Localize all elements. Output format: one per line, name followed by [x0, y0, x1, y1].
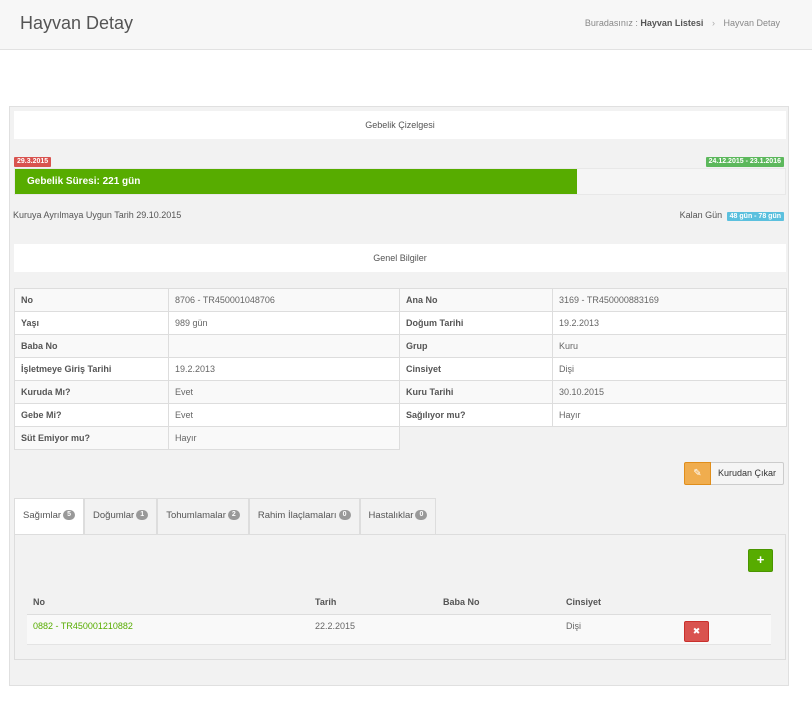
dry-off-date-note: Kuruya Ayrılmaya Uygun Tarih 29.10.2015 — [13, 210, 182, 220]
tab-label: Hastalıklar — [368, 510, 414, 521]
pregnancy-end-badge: 24.12.2015 - 23.1.2016 — [705, 157, 784, 167]
remaining-days: Kalan Gün 48 gün - 78 gün — [679, 210, 784, 221]
info-key: Kuru Tarihi — [399, 380, 553, 404]
page-title: Hayvan Detay — [20, 13, 134, 33]
info-key: Yaşı — [14, 311, 169, 335]
tab-2[interactable]: Tohumlamalar 2 — [157, 498, 249, 534]
info-row: Yaşı 989 gün Doğum Tarihi 19.2.2013 — [14, 311, 787, 335]
breadcrumb-link-animal-list[interactable]: Hayvan Listesi — [640, 18, 703, 28]
column-header-sire-no: Baba No — [443, 597, 480, 607]
page-header: Hayvan Detay Buradasınız : Hayvan Listes… — [0, 0, 812, 50]
info-key: Gebe Mi? — [14, 403, 169, 427]
info-key: Doğum Tarihi — [399, 311, 553, 335]
info-value: Evet — [168, 380, 400, 404]
pregnancy-progress-fill: Gebelik Süresi: 221 gün — [15, 169, 578, 194]
column-header-gender: Cinsiyet — [566, 597, 602, 607]
info-key: Grup — [399, 334, 553, 358]
tab-count-badge: 5 — [63, 510, 76, 521]
tab-label: Doğumlar — [93, 510, 135, 521]
info-value: 989 gün — [168, 311, 400, 335]
info-empty-cell — [552, 426, 787, 450]
info-value: Evet — [168, 403, 400, 427]
pregnancy-section-title: Gebelik Çizelgesi — [14, 111, 786, 139]
tab-count-badge: 0 — [338, 510, 351, 521]
records-tabs: Sağımlar 5 Doğumlar 1 Tohumlamalar 2 Rahim İla… — [14, 498, 437, 535]
info-value: 19.2.2013 — [168, 357, 400, 381]
animal-detail-panel: Gebelik Çizelgesi 29.3.2015 24.12.2015 -… — [9, 106, 789, 686]
pregnancy-start-badge: 29.3.2015 — [14, 157, 52, 167]
info-row: Gebe Mi? Evet Sağılıyor mu? Hayır — [14, 403, 787, 427]
info-key: No — [14, 288, 169, 312]
remaining-days-label: Kalan Gün — [679, 210, 723, 220]
breadcrumb-prefix: Buradasınız : — [584, 18, 638, 28]
tab-1[interactable]: Doğumlar 1 — [84, 498, 158, 534]
info-empty-cell — [399, 426, 553, 450]
breadcrumb-current: Hayvan Detay — [723, 18, 780, 28]
info-key: Kuruda Mı? — [14, 380, 169, 404]
tab-0[interactable]: Sağımlar 5 — [14, 498, 85, 535]
info-key: Ana No — [399, 288, 553, 312]
info-value: Dişi — [552, 357, 787, 381]
record-date: 22.2.2015 — [315, 621, 356, 631]
breadcrumb-separator: › — [711, 18, 715, 28]
tab-count-badge: 1 — [136, 510, 149, 521]
info-value: Hayır — [168, 426, 400, 450]
info-row: Baba No Grup Kuru — [14, 334, 787, 358]
info-value: 30.10.2015 — [552, 380, 787, 404]
tab-label: Tohumlamalar — [166, 510, 226, 521]
record-gender: Dişi — [566, 621, 581, 631]
pregnancy-progress-bar: Gebelik Süresi: 221 gün — [14, 168, 786, 195]
remaining-days-badge: 48 gün - 78 gün — [726, 212, 784, 221]
info-value: Kuru — [552, 334, 787, 358]
tab-label: Sağımlar — [23, 510, 62, 521]
pregnancy-progress-label: Gebelik Süresi: 221 gün — [27, 176, 141, 187]
breadcrumb: Buradasınız : Hayvan Listesi › Hayvan De… — [585, 18, 780, 28]
edit-icon[interactable]: ✎ — [683, 462, 711, 485]
general-info-table: No 8706 - TR450001048706 Ana No 3169 - TR45… — [14, 288, 787, 450]
info-row: İşletmeye Giriş Tarihi 19.2.2013 Cinsiyet D… — [14, 357, 787, 381]
tab-3[interactable]: Rahim İlaçlamaları 0 — [248, 498, 360, 534]
records-table-header: No Tarih Baba No Cinsiyet — [27, 597, 771, 615]
tab-count-badge: 0 — [415, 510, 428, 521]
info-value — [168, 334, 400, 358]
tab-label: Rahim İlaçlamaları — [257, 510, 337, 521]
info-key: Süt Emiyor mu? — [14, 426, 169, 450]
info-key: Baba No — [14, 334, 169, 358]
tab-4[interactable]: Hastalıklar 0 — [359, 498, 437, 534]
info-value: Hayır — [552, 403, 787, 427]
dry-off-button-group[interactable]: ✎ Kurudan Çıkar — [683, 462, 784, 485]
column-header-no: No — [33, 597, 45, 607]
record-no-link[interactable]: 0882 - TR450001210882 — [33, 621, 133, 631]
info-value[interactable]: 3169 - TR450000883169 — [552, 288, 787, 312]
info-row: Kuruda Mı? Evet Kuru Tarihi 30.10.2015 — [14, 380, 787, 404]
table-row: 0882 - TR450001210882 22.2.2015 Dişi ✖ — [27, 615, 771, 645]
info-row: Süt Emiyor mu? Hayır — [14, 426, 787, 450]
info-value: 8706 - TR450001048706 — [168, 288, 400, 312]
info-key: Sağılıyor mu? — [399, 403, 553, 427]
add-record-button[interactable]: + — [748, 549, 773, 572]
tab-count-badge: 2 — [227, 510, 240, 521]
info-key: İşletmeye Giriş Tarihi — [14, 357, 169, 381]
column-header-date: Tarih — [315, 597, 337, 607]
info-row: No 8706 - TR450001048706 Ana No 3169 - TR45… — [14, 288, 787, 312]
info-value: 19.2.2013 — [552, 311, 787, 335]
info-key: Cinsiyet — [399, 357, 553, 381]
delete-record-button[interactable]: ✖ — [684, 621, 709, 642]
tab-content-milkings: + No Tarih Baba No Cinsiyet 0882 - TR450… — [14, 534, 786, 660]
general-section-title: Genel Bilgiler — [14, 244, 786, 272]
remove-from-dry-button[interactable]: Kurudan Çıkar — [710, 462, 784, 485]
